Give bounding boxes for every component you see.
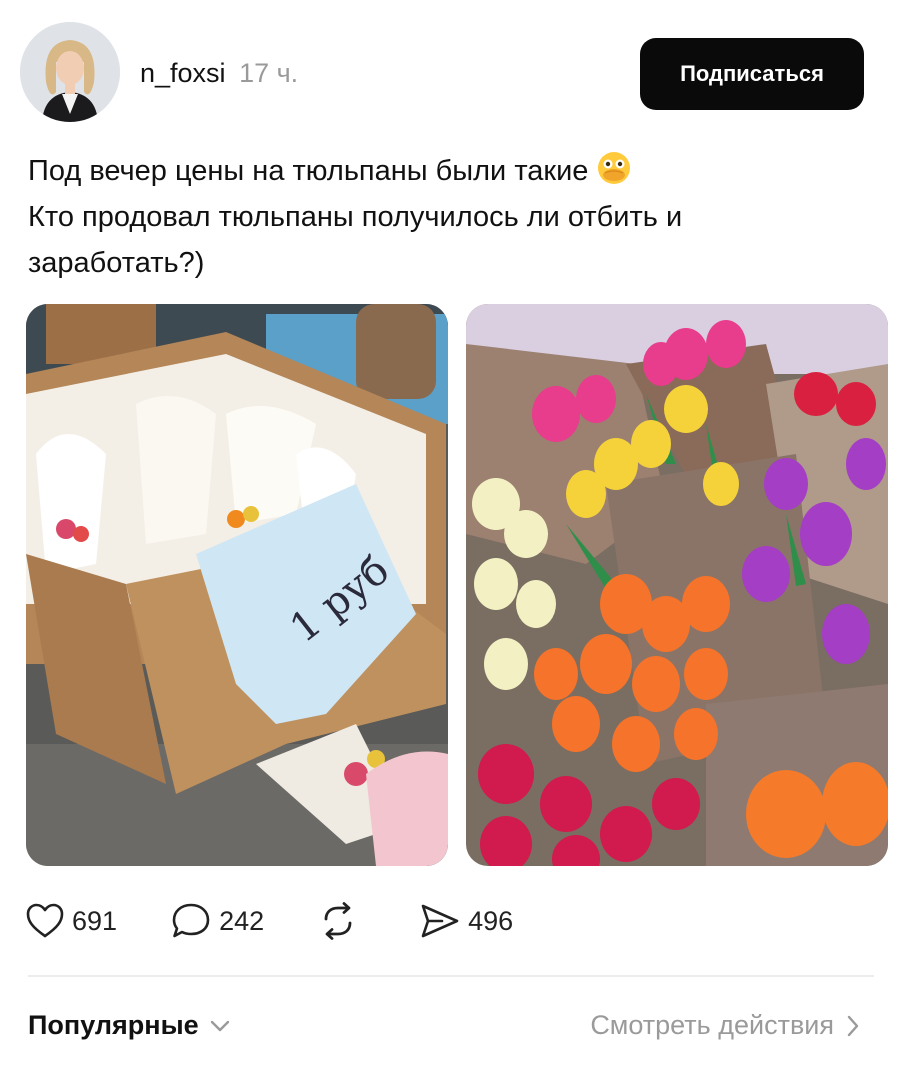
comment-count: 242 [219, 905, 265, 936]
repost-button[interactable] [318, 902, 366, 940]
divider [28, 975, 874, 977]
tulip-bouquets-photo[interactable] [466, 304, 888, 866]
tulips-in-box-photo[interactable]: 1 руб [26, 304, 448, 866]
avatar[interactable] [20, 22, 120, 122]
follow-button[interactable]: Подписаться [640, 38, 864, 110]
like-button[interactable]: 691 [26, 903, 117, 939]
view-activity-link[interactable]: Смотреть действия [590, 1010, 860, 1041]
post-header: n_foxsi 17 ч. Подписаться [20, 22, 864, 126]
comment-bubble-icon [172, 903, 210, 938]
replies-footer: Популярные Смотреть действия [28, 1006, 874, 1050]
share-count: 496 [468, 905, 514, 936]
author-line: n_foxsi 17 ч. [140, 58, 298, 89]
heart-icon [26, 903, 64, 938]
caption-line-3: заработать?) [28, 247, 205, 279]
send-icon [421, 904, 459, 938]
post-caption: Под вечер цены на тюльпаны были такие Кт… [28, 148, 868, 286]
repost-icon [324, 902, 352, 940]
caption-line-1: Под вечер цены на тюльпаны были такие [28, 148, 868, 194]
username[interactable]: n_foxsi [140, 58, 226, 88]
chevron-right-icon [847, 1015, 859, 1036]
caption-line-2: Кто продовал тюльпаны получилось ли отби… [28, 201, 683, 233]
sort-dropdown[interactable]: Популярные [28, 1010, 231, 1041]
like-count: 691 [72, 905, 118, 936]
face-with-open-eyes-and-hand-over-mouth-icon [596, 150, 632, 186]
chevron-down-icon [210, 1020, 229, 1031]
view-actions-label: Смотреть действия [590, 1010, 834, 1040]
comment-button[interactable]: 242 [171, 902, 264, 940]
share-button[interactable]: 496 [420, 903, 513, 939]
post-actions: 691 242 496 [26, 896, 567, 946]
caption-line-1-text: Под вечер цены на тюльпаны были такие [28, 155, 589, 187]
timestamp: 17 ч. [239, 58, 299, 88]
sort-label: Популярные [28, 1010, 199, 1040]
